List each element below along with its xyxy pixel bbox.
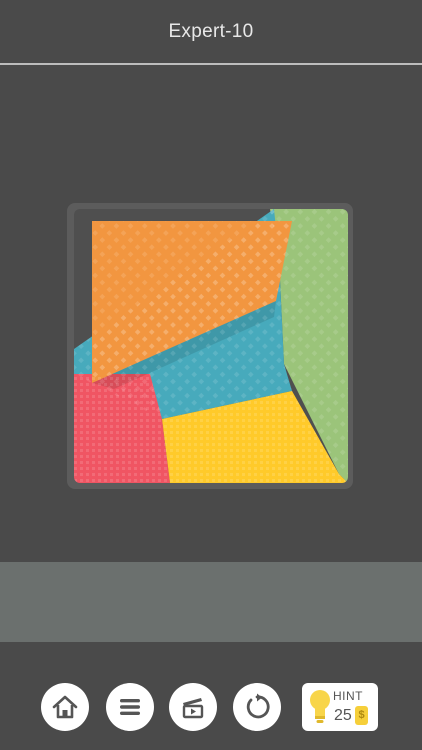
restart-icon xyxy=(246,693,270,719)
lightbulb-icon xyxy=(310,690,330,723)
video-button[interactable] xyxy=(169,683,217,731)
piece-tray xyxy=(0,562,422,642)
home-icon xyxy=(52,695,78,719)
hint-label: HINT xyxy=(333,689,363,703)
video-icon xyxy=(182,698,204,719)
menu-icon xyxy=(120,699,140,715)
menu-button[interactable] xyxy=(106,683,154,731)
hint-button[interactable]: HINT 25 $ xyxy=(302,683,378,731)
restart-button[interactable] xyxy=(233,683,281,731)
coin-icon: $ xyxy=(355,706,368,725)
header-divider xyxy=(0,63,422,65)
level-title: Expert-10 xyxy=(168,21,254,42)
bottom-toolbar: HINT 25 $ xyxy=(0,683,422,731)
header: Expert-10 xyxy=(0,0,422,64)
hint-count: 25 xyxy=(334,707,352,724)
puzzle-board[interactable] xyxy=(74,209,348,483)
home-button[interactable] xyxy=(41,683,89,731)
